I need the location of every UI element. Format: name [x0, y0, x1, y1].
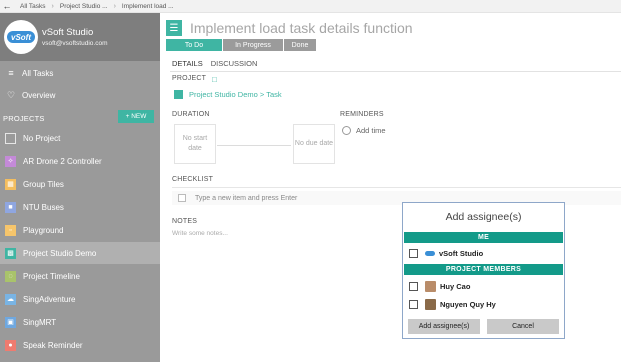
- nav-label: Overview: [22, 90, 56, 100]
- assignee-name: Huy Cao: [440, 281, 471, 291]
- reminders-label: REMINDERS: [340, 111, 384, 118]
- project-item-singadventure[interactable]: ☁ SingAdventure: [0, 288, 160, 310]
- list-icon: ≡: [8, 68, 14, 78]
- document-icon[interactable]: □: [212, 75, 217, 84]
- checklist-placeholder: Type a new item and press Enter: [195, 194, 298, 202]
- profile-name: vSoft Studio: [42, 27, 94, 38]
- project-members-header: PROJECT MEMBERS: [404, 264, 563, 275]
- assignee-row-member[interactable]: Huy Cao: [409, 279, 470, 293]
- project-item-project-studio-demo[interactable]: ▩ Project Studio Demo: [0, 242, 160, 264]
- project-item-group-tiles[interactable]: ▦ Group Tiles: [0, 173, 160, 195]
- project-label: Project Studio Demo: [23, 248, 97, 258]
- folder-icon: ▫: [5, 224, 16, 236]
- project-label: Playground: [23, 225, 64, 235]
- timeline-icon: ◌: [5, 270, 16, 282]
- duration-line: [217, 145, 291, 146]
- tab-details[interactable]: DETAILS: [172, 59, 203, 70]
- user-avatar-icon: [425, 298, 436, 310]
- checkbox-icon: [178, 194, 186, 202]
- back-arrow-icon[interactable]: ←: [0, 1, 14, 11]
- task-title[interactable]: Implement load task details function: [190, 20, 413, 36]
- project-label: NTU Buses: [23, 202, 64, 212]
- project-item-speak-reminder[interactable]: ● Speak Reminder: [0, 334, 160, 356]
- menu-icon[interactable]: ☰: [166, 20, 182, 36]
- tab-bar: DETAILS DISCUSSION: [172, 59, 265, 70]
- project-path-link[interactable]: Project Studio Demo > Task: [174, 90, 282, 99]
- projects-section-header: PROJECTS + NEW: [0, 110, 160, 126]
- project-color-icon: [174, 90, 183, 99]
- profile-email: vsoft@vsoftstudio.com: [42, 40, 108, 47]
- avatar: vSoft: [4, 20, 38, 54]
- project-label: Group Tiles: [23, 179, 64, 189]
- assignee-name: vSoft Studio: [439, 248, 484, 258]
- train-icon: ▣: [5, 316, 16, 328]
- cloud-icon: ☁: [5, 293, 16, 305]
- project-item-singmrt[interactable]: ▣ SingMRT: [0, 311, 160, 333]
- project-item-playground[interactable]: ▫ Playground: [0, 219, 160, 241]
- profile-header[interactable]: vSoft vSoft Studio vsoft@vsoftstudio.com: [0, 13, 160, 61]
- nav-all-tasks[interactable]: ≡ All Tasks: [0, 63, 160, 83]
- duration-label: DURATION: [172, 111, 210, 118]
- project-item-ntu-buses[interactable]: ■ NTU Buses: [0, 196, 160, 218]
- breadcrumb-bar: ← All Tasks › Project Studio ... › Imple…: [0, 0, 621, 13]
- project-label: Speak Reminder: [23, 340, 83, 350]
- empty-square-icon: [5, 132, 16, 144]
- clock-icon: [342, 126, 351, 135]
- checklist-label: CHECKLIST: [172, 176, 214, 183]
- new-project-button[interactable]: + NEW: [118, 110, 154, 123]
- checkbox[interactable]: [409, 299, 418, 309]
- tab-discussion[interactable]: DISCUSSION: [211, 59, 258, 70]
- vsoft-logo-icon: [425, 250, 435, 256]
- add-time-label: Add time: [356, 126, 386, 135]
- tiles-icon: ▦: [5, 178, 16, 190]
- cancel-button[interactable]: Cancel: [487, 319, 559, 334]
- studio-icon: ▩: [5, 247, 16, 259]
- breadcrumb-all-tasks[interactable]: All Tasks: [14, 3, 52, 10]
- assignee-row-member[interactable]: Nguyen Quy Hy: [409, 297, 496, 311]
- notes-input[interactable]: Write some notes...: [172, 230, 228, 237]
- checkbox[interactable]: [409, 248, 418, 258]
- add-time-button[interactable]: Add time: [342, 126, 386, 135]
- sidebar: vSoft vSoft Studio vsoft@vsoftstudio.com…: [0, 13, 160, 362]
- divider: [172, 187, 621, 188]
- microphone-icon: ●: [5, 339, 16, 351]
- heart-icon: ♡: [6, 89, 16, 100]
- vsoft-logo-icon: vSoft: [7, 31, 35, 43]
- project-label: No Project: [23, 133, 61, 143]
- add-assignee-button[interactable]: Add assignee(s): [408, 319, 480, 334]
- project-label: Project Timeline: [23, 271, 80, 281]
- nav-label: All Tasks: [22, 68, 54, 78]
- status-in-progress[interactable]: In Progress: [223, 39, 283, 51]
- project-item-ar-drone[interactable]: ✧ AR Drone 2 Controller: [0, 150, 160, 172]
- notes-label: NOTES: [172, 218, 198, 225]
- project-item-no-project[interactable]: No Project: [0, 127, 160, 149]
- dialog-title: Add assignee(s): [445, 211, 522, 223]
- assignee-name: Nguyen Quy Hy: [440, 299, 496, 309]
- bus-icon: ■: [5, 201, 16, 213]
- project-label: AR Drone 2 Controller: [23, 156, 102, 166]
- breadcrumb-task[interactable]: Implement load ...: [116, 3, 180, 10]
- status-to-do[interactable]: To Do: [166, 39, 222, 51]
- project-label: PROJECT: [172, 75, 207, 82]
- projects-label: PROJECTS: [3, 114, 45, 123]
- divider: [170, 71, 621, 72]
- breadcrumb-project[interactable]: Project Studio ...: [54, 3, 114, 10]
- status-stepper: To Do In Progress Done: [166, 39, 316, 51]
- assignee-row-me[interactable]: vSoft Studio: [409, 246, 483, 260]
- nav-overview[interactable]: ♡ Overview: [0, 85, 160, 105]
- project-label: SingMRT: [23, 317, 57, 327]
- me-section-header: ME: [404, 232, 563, 243]
- add-assignee-dialog: Add assignee(s) ME vSoft Studio PROJECT …: [402, 202, 565, 339]
- status-done[interactable]: Done: [284, 39, 316, 51]
- project-label: SingAdventure: [23, 294, 76, 304]
- due-date-picker[interactable]: No due date: [293, 124, 335, 164]
- checkbox[interactable]: [409, 281, 418, 291]
- start-date-picker[interactable]: No start date: [174, 124, 216, 164]
- project-item-project-timeline[interactable]: ◌ Project Timeline: [0, 265, 160, 287]
- user-avatar-icon: [425, 280, 436, 292]
- project-path: Project Studio Demo > Task: [189, 90, 282, 99]
- drone-icon: ✧: [5, 155, 16, 167]
